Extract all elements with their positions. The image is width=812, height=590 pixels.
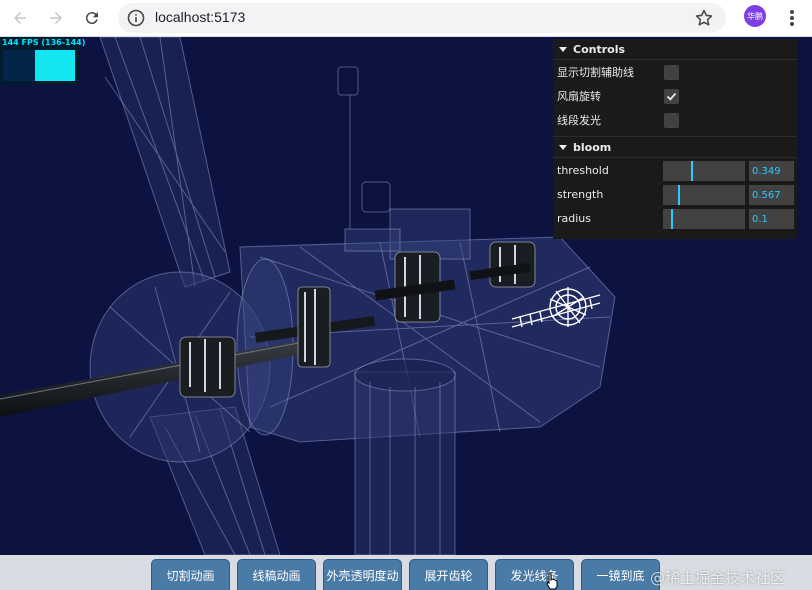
- forward-arrow-icon[interactable]: [44, 6, 68, 30]
- slider-handle[interactable]: [678, 185, 680, 205]
- fps-stats-panel[interactable]: 144 FPS (136-144): [0, 37, 85, 85]
- cut-helper-checkbox[interactable]: [664, 65, 679, 80]
- fps-graph: [3, 50, 75, 81]
- back-arrow-icon[interactable]: [8, 6, 32, 30]
- slider-handle[interactable]: [691, 161, 693, 181]
- bloom-title-label: bloom: [573, 140, 612, 154]
- info-icon[interactable]: [126, 8, 146, 28]
- strength-value-input[interactable]: 0.567: [749, 185, 794, 205]
- controls-title[interactable]: Controls: [553, 39, 797, 60]
- control-label: 显示切割辅助线: [557, 66, 634, 79]
- chevron-down-icon: [559, 144, 567, 150]
- threshold-value-input[interactable]: 0.349: [749, 161, 794, 181]
- address-bar[interactable]: localhost:5173: [118, 3, 726, 33]
- checkmark-icon: [666, 92, 677, 101]
- bloom-row-threshold: threshold 0.349: [553, 158, 797, 182]
- reload-icon[interactable]: [80, 6, 104, 30]
- radius-value-input[interactable]: 0.1: [749, 209, 794, 229]
- profile-avatar[interactable]: 华鹏: [744, 5, 766, 27]
- cut-animation-button[interactable]: 切割动画: [151, 559, 230, 590]
- slider-handle[interactable]: [671, 209, 673, 229]
- controls-panel: Controls 显示切割辅助线 风扇旋转 线段发光 bloom thresho…: [553, 39, 797, 239]
- fps-label: 144 FPS (136-144): [2, 38, 86, 47]
- control-row-line-glow[interactable]: 线段发光: [553, 108, 797, 132]
- control-label: 线段发光: [557, 114, 601, 127]
- star-icon[interactable]: [694, 8, 714, 28]
- hand-cursor-icon: [546, 572, 558, 590]
- one-shot-button[interactable]: 一镜到底: [581, 559, 660, 590]
- radius-slider[interactable]: [663, 209, 745, 229]
- param-label: strength: [557, 187, 604, 201]
- threshold-slider[interactable]: [663, 161, 745, 181]
- wireframe-animation-button[interactable]: 线稿动画: [237, 559, 316, 590]
- chevron-down-icon: [559, 46, 567, 52]
- controls-title-label: Controls: [573, 42, 626, 56]
- bloom-row-radius: radius 0.1: [553, 206, 797, 230]
- param-label: radius: [557, 211, 592, 225]
- line-glow-checkbox[interactable]: [664, 113, 679, 128]
- bloom-row-strength: strength 0.567: [553, 182, 797, 206]
- bloom-folder-title[interactable]: bloom: [553, 136, 797, 158]
- url-text: localhost:5173: [155, 9, 246, 25]
- param-label: threshold: [557, 163, 609, 177]
- control-row-fan-rotate[interactable]: 风扇旋转: [553, 84, 797, 108]
- control-label: 风扇旋转: [557, 90, 601, 103]
- watermark: @稀土掘金技术社区: [650, 569, 786, 587]
- control-row-cut-helper[interactable]: 显示切割辅助线: [553, 60, 797, 84]
- kebab-menu-icon[interactable]: [782, 6, 802, 30]
- fps-graph-bar: [35, 50, 75, 81]
- browser-toolbar: localhost:5173 华鹏: [0, 0, 812, 37]
- fan-rotate-checkbox[interactable]: [664, 89, 679, 104]
- glow-lines-button[interactable]: 发光线条: [495, 559, 574, 590]
- strength-slider[interactable]: [663, 185, 745, 205]
- shell-opacity-button[interactable]: 外壳透明度动: [323, 559, 402, 590]
- expand-gears-button[interactable]: 展开齿轮: [409, 559, 488, 590]
